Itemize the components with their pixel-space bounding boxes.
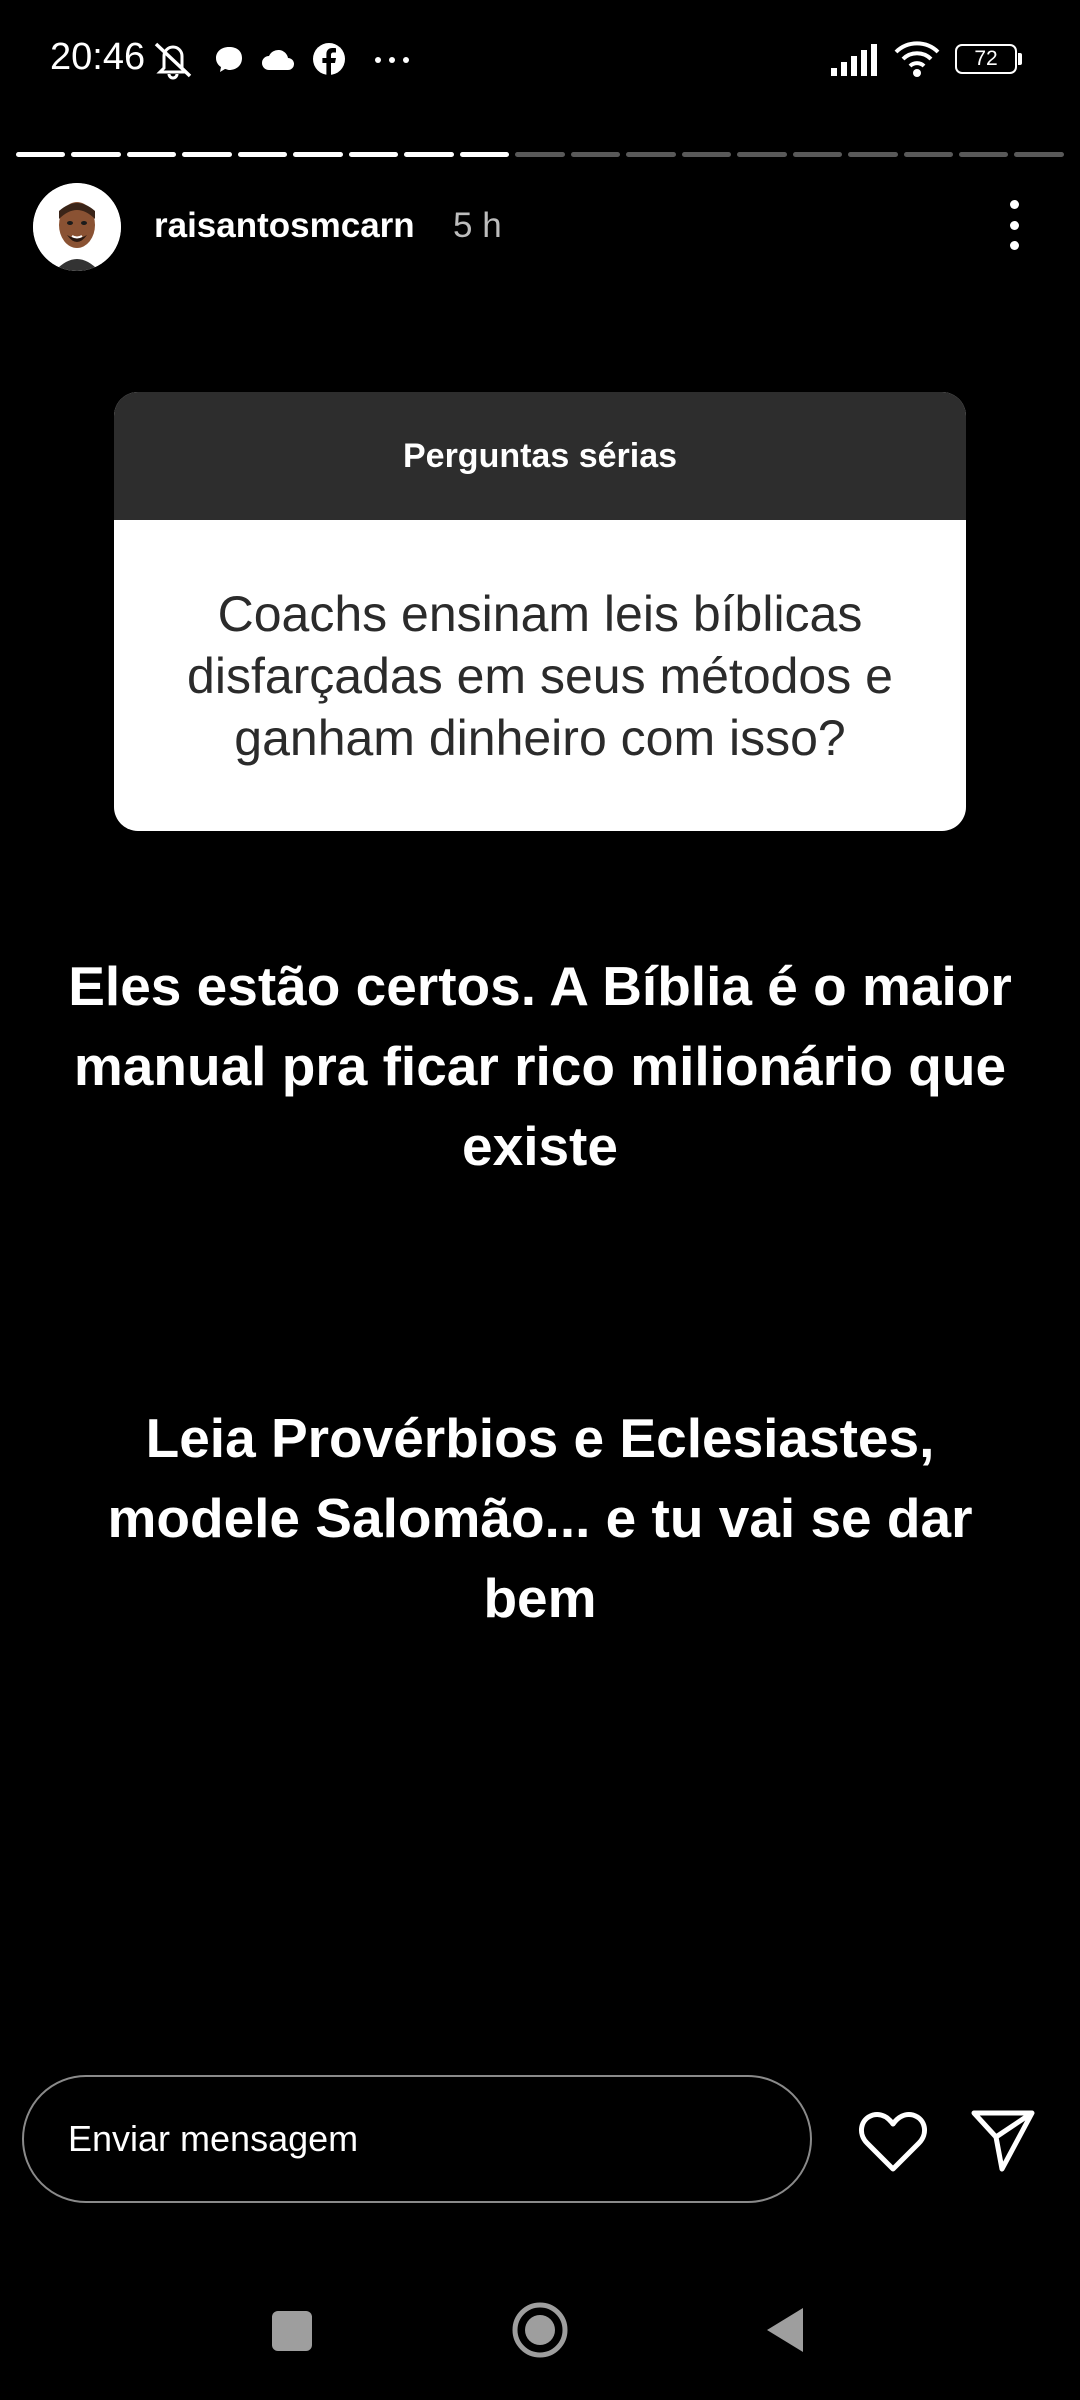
back-button[interactable] bbox=[763, 2306, 807, 2354]
story-header: raisantosmcarn 5 h bbox=[0, 180, 1080, 280]
chat-icon bbox=[216, 47, 242, 72]
progress-segment bbox=[570, 152, 621, 157]
message-input[interactable] bbox=[22, 2075, 812, 2203]
send-icon[interactable] bbox=[970, 2107, 1036, 2173]
question-sticker-title: Perguntas sérias bbox=[114, 392, 966, 520]
home-button[interactable] bbox=[511, 2301, 569, 2359]
progress-segment bbox=[737, 152, 787, 157]
progress-segment bbox=[182, 152, 232, 157]
progress-segment bbox=[792, 152, 843, 157]
progress-segment bbox=[237, 152, 288, 157]
signal-icon bbox=[831, 44, 877, 76]
progress-segment bbox=[16, 152, 66, 157]
progress-segment bbox=[848, 152, 898, 157]
heart-icon[interactable] bbox=[858, 2111, 928, 2173]
answer-paragraph-1: Eles estão certos. A Bíblia é o maior ma… bbox=[68, 955, 1012, 1177]
post-time: 5 h bbox=[453, 206, 502, 245]
mute-icon bbox=[154, 42, 192, 80]
progress-segment bbox=[681, 152, 732, 157]
wifi-icon bbox=[894, 41, 940, 77]
progress-segment bbox=[626, 152, 676, 157]
progress-segment bbox=[958, 152, 1009, 157]
question-sticker: Perguntas sérias Coachs ensinam leis bíb… bbox=[114, 392, 966, 831]
progress-segment bbox=[459, 152, 510, 157]
status-time: 20:46 bbox=[50, 36, 146, 78]
more-dots-icon bbox=[375, 57, 409, 63]
progress-segment bbox=[404, 152, 454, 157]
battery-icon: 72 bbox=[955, 44, 1017, 74]
progress-segment bbox=[126, 152, 177, 157]
avatar-face-icon bbox=[33, 183, 121, 271]
reply-bar bbox=[0, 2075, 1080, 2209]
username[interactable]: raisantosmcarn bbox=[154, 206, 415, 246]
cloud-icon bbox=[262, 49, 294, 70]
battery-level: 72 bbox=[974, 47, 998, 70]
progress-segment bbox=[348, 152, 399, 157]
question-text: Coachs ensinam leis bíblicas disfarçadas… bbox=[187, 585, 893, 766]
status-bar: 20:46 72 bbox=[0, 0, 1080, 120]
progress-segment bbox=[515, 152, 565, 157]
progress-segment bbox=[903, 152, 953, 157]
facebook-icon bbox=[313, 43, 345, 76]
avatar[interactable] bbox=[33, 183, 121, 271]
system-navigation-bar bbox=[0, 2290, 1080, 2370]
progress-segment bbox=[71, 152, 121, 157]
progress-segment bbox=[293, 152, 343, 157]
answer-paragraph-2: Leia Provérbios e Eclesiastes, modele Sa… bbox=[107, 1407, 973, 1629]
recent-apps-button[interactable] bbox=[272, 2311, 312, 2351]
more-options-icon[interactable] bbox=[998, 200, 1030, 250]
story-progress bbox=[16, 152, 1064, 158]
progress-segment bbox=[1014, 152, 1064, 157]
battery-tip bbox=[1018, 53, 1022, 65]
